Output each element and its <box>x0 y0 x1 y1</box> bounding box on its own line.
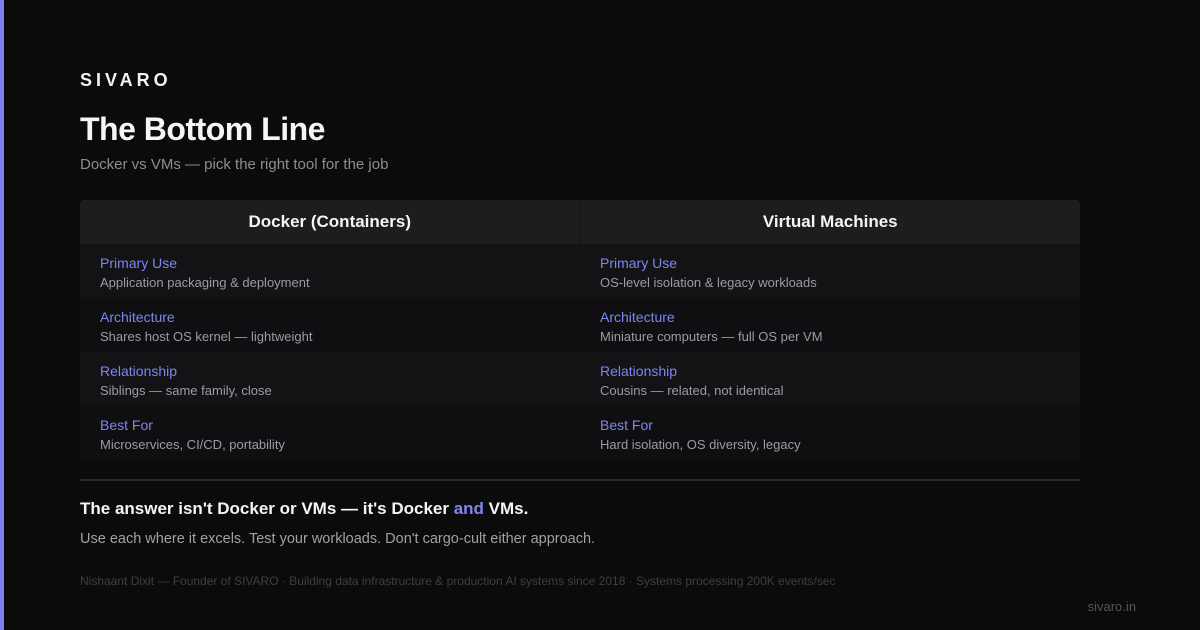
section-divider <box>80 479 1080 481</box>
row-label: Relationship <box>100 363 178 379</box>
comparison-table: Docker (Containers) Virtual Machines Pri… <box>80 200 1080 460</box>
row-value: Shares host OS kernel — lightweight <box>100 329 313 344</box>
docker-cell: Relationship Siblings — same family, clo… <box>80 352 580 406</box>
conclusion-heading: The answer isn't Docker or VMs — it's Do… <box>80 499 528 519</box>
row-label: Architecture <box>100 309 175 325</box>
row-label: Primary Use <box>100 255 178 271</box>
docker-cell: Architecture Shares host OS kernel — lig… <box>80 298 580 352</box>
table-header: Docker (Containers) Virtual Machines <box>80 200 1080 244</box>
column-header-docker: Docker (Containers) <box>80 200 581 244</box>
row-label: Architecture <box>600 309 675 325</box>
vm-cell: Relationship Cousins — related, not iden… <box>580 352 1080 406</box>
row-value: Microservices, CI/CD, portability <box>100 437 285 452</box>
site-url: sivaro.in <box>1087 599 1136 614</box>
brand-logo: SIVARO <box>80 70 172 90</box>
table-row: Primary Use Application packaging & depl… <box>80 244 1080 298</box>
row-label: Best For <box>100 417 153 433</box>
vm-cell: Best For Hard isolation, OS diversity, l… <box>580 406 1080 460</box>
table-row: Architecture Shares host OS kernel — lig… <box>80 298 1080 352</box>
table-row: Relationship Siblings — same family, clo… <box>80 352 1080 406</box>
row-label: Relationship <box>600 363 678 379</box>
row-value: Cousins — related, not identical <box>600 383 784 398</box>
column-header-vm: Virtual Machines <box>580 200 1080 244</box>
conclusion-subtext: Use each where it excels. Test your work… <box>80 531 596 547</box>
author-footer: Nishaant Dixit — Founder of SIVARO · Bui… <box>80 574 836 588</box>
row-value: Application packaging & deployment <box>100 275 310 290</box>
page-title: The Bottom Line <box>80 111 325 147</box>
page-subtitle: Docker vs VMs — pick the right tool for … <box>80 156 389 173</box>
row-value: Siblings — same family, close <box>100 383 272 398</box>
conclusion-highlight: and <box>453 499 484 518</box>
row-value: Hard isolation, OS diversity, legacy <box>600 437 801 452</box>
row-label: Primary Use <box>600 255 678 271</box>
conclusion-tail: VMs. <box>483 499 529 518</box>
row-label: Best For <box>600 417 653 433</box>
docker-cell: Best For Microservices, CI/CD, portabili… <box>80 406 580 460</box>
row-value: Miniature computers — full OS per VM <box>600 329 823 344</box>
docker-cell: Primary Use Application packaging & depl… <box>80 244 580 298</box>
vm-cell: Primary Use OS-level isolation & legacy … <box>580 244 1080 298</box>
accent-bar <box>0 0 4 630</box>
vm-cell: Architecture Miniature computers — full … <box>580 298 1080 352</box>
row-value: OS-level isolation & legacy workloads <box>600 275 817 290</box>
conclusion-lead: The answer isn't Docker or VMs — it's Do… <box>80 499 454 518</box>
table-row: Best For Microservices, CI/CD, portabili… <box>80 406 1080 460</box>
